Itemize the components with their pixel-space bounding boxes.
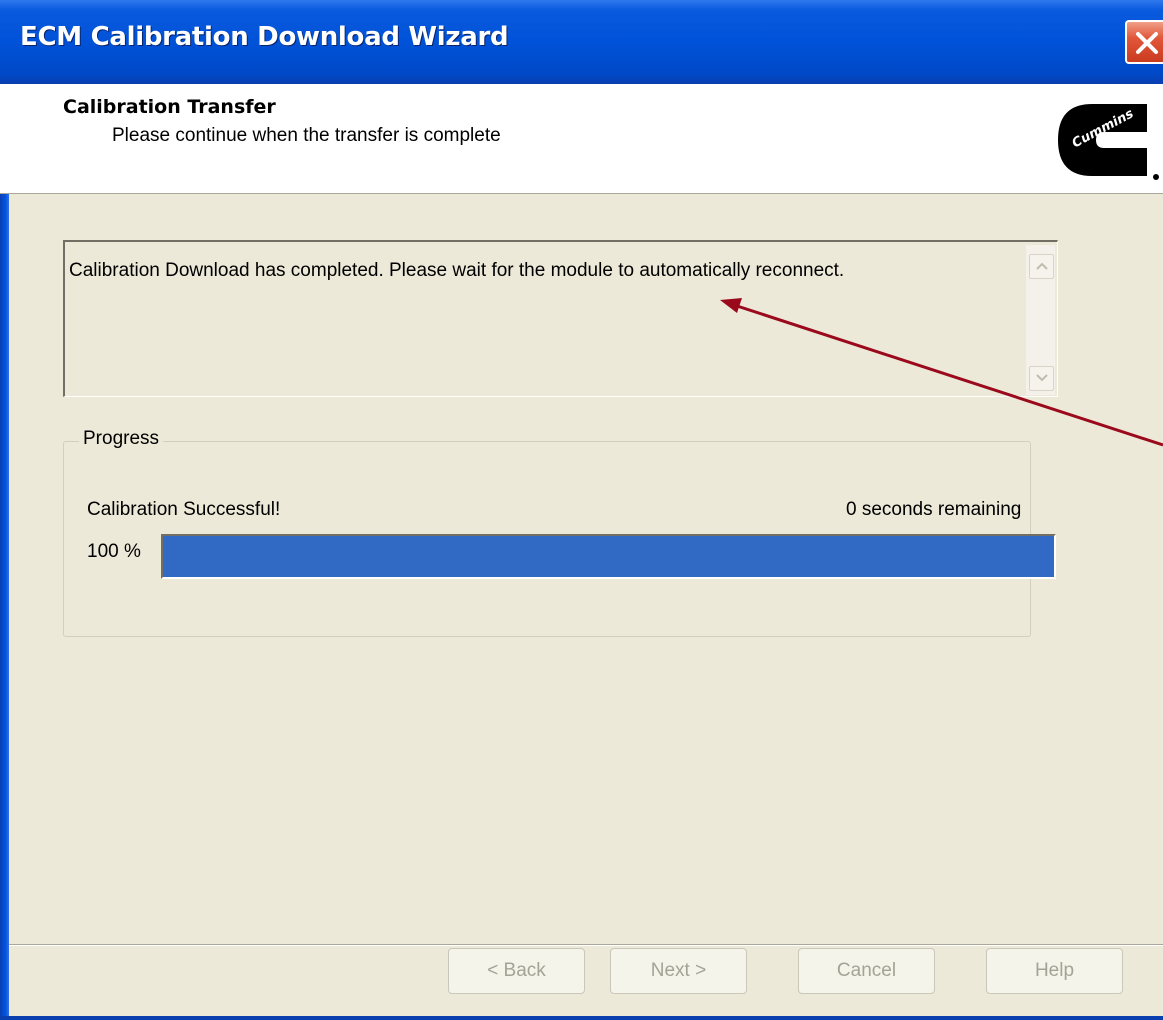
annotation-arrow — [720, 298, 1163, 447]
